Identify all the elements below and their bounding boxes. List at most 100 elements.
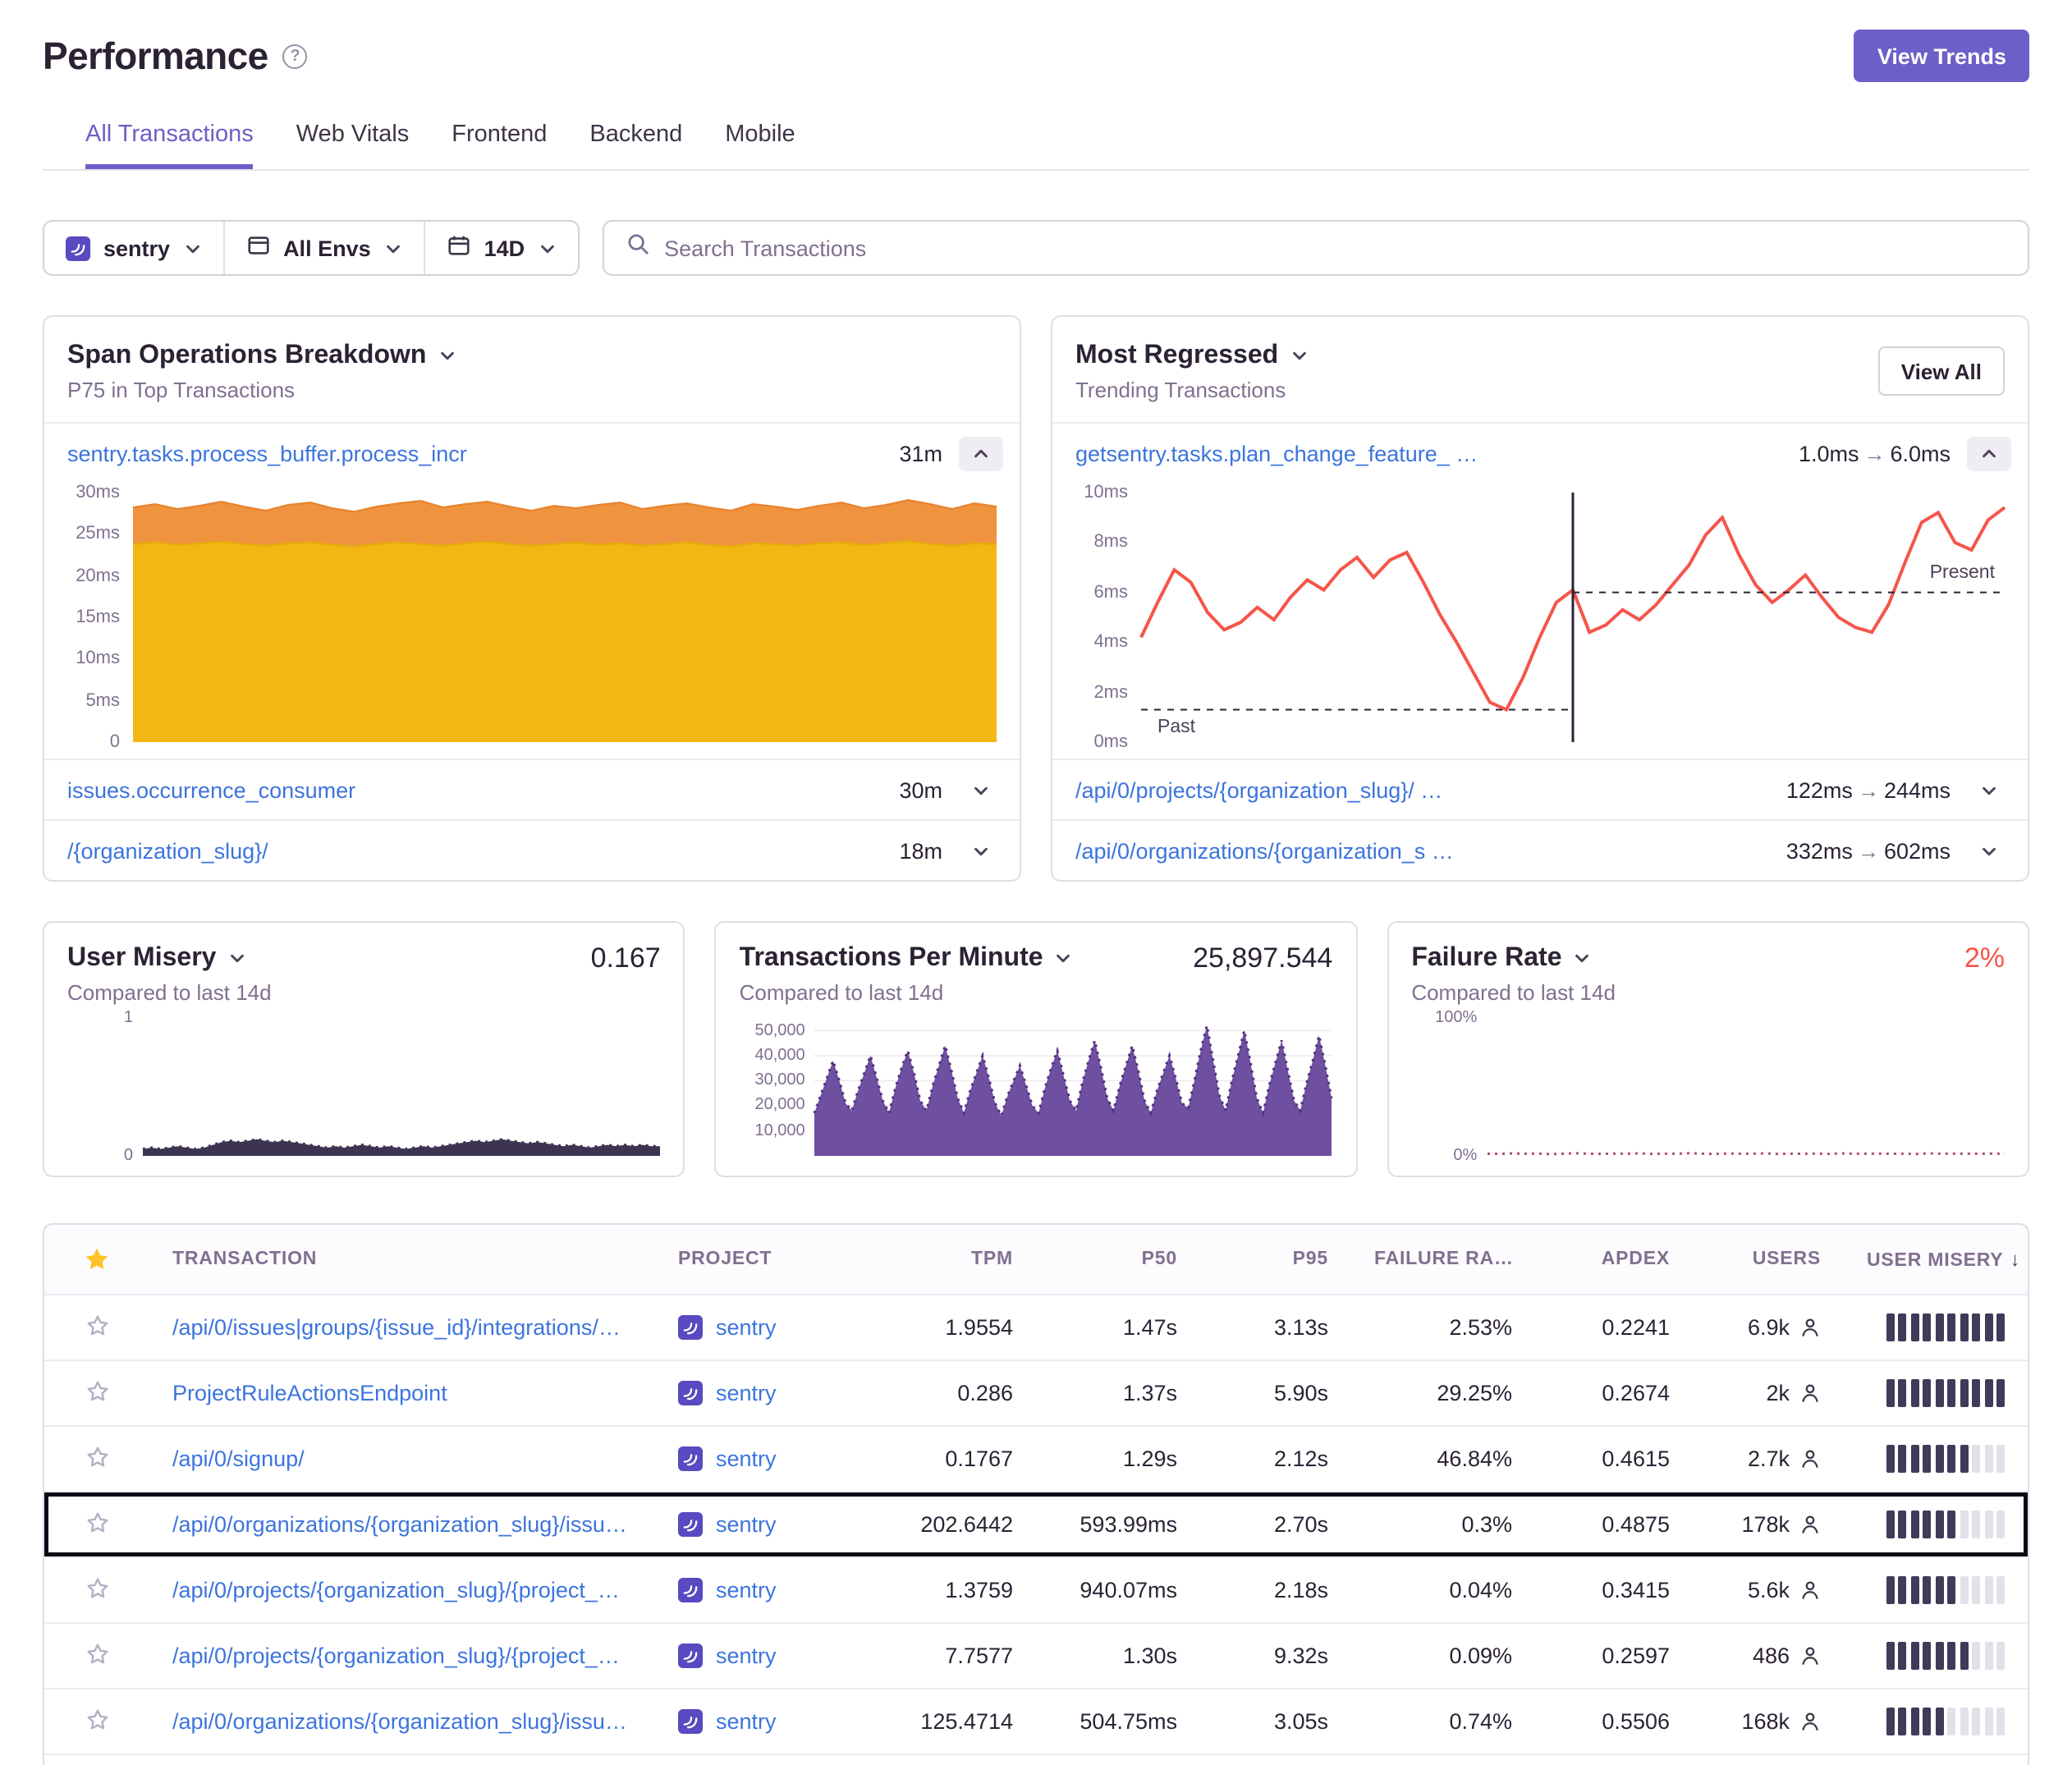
regressed-primary-row: getsentry.tasks.plan_change_feature_ … 1… — [1052, 422, 2028, 483]
column-header-p95[interactable]: P95 — [1200, 1249, 1351, 1269]
failure-rate-card: Failure Rate 2% Compared to last 14d 100… — [1387, 921, 2029, 1177]
transaction-link[interactable]: /api/0/projects/{organization_slug}/ … — [1075, 777, 1770, 802]
p50-cell: 1.47s — [1036, 1315, 1200, 1340]
column-header-p50[interactable]: P50 — [1036, 1249, 1200, 1269]
transaction-link[interactable]: /api/0/organizations/{organization_slug}… — [172, 1512, 632, 1537]
expand-button[interactable] — [959, 833, 1003, 868]
expand-button[interactable] — [1967, 772, 2011, 807]
transaction-link[interactable]: /api/0/projects/{organization_slug}/{pro… — [172, 1644, 632, 1668]
tab[interactable]: Backend — [589, 121, 682, 169]
chevron-down-icon — [1290, 346, 1308, 364]
column-header-project[interactable]: PROJECT — [655, 1249, 885, 1269]
user-misery-cell — [1844, 1708, 2028, 1735]
view-all-button[interactable]: View All — [1878, 346, 2005, 396]
project-link[interactable]: sentry — [716, 1709, 777, 1734]
project-link[interactable]: sentry — [716, 1644, 777, 1668]
apdex-cell: 0.4615 — [1535, 1446, 1693, 1471]
chevron-up-icon — [1980, 444, 1998, 462]
help-icon[interactable]: ? — [283, 44, 308, 68]
star-button[interactable] — [85, 1575, 109, 1605]
failure-rate-title[interactable]: Failure Rate — [1411, 942, 1591, 974]
table-row[interactable]: /api/0/issues|groups/{issue_id}/integrat… — [44, 1294, 2028, 1359]
chevron-down-icon — [227, 949, 245, 967]
table-row[interactable]: /api/0/organizations/{organization_slug}… — [44, 1688, 2028, 1754]
table-row[interactable]: /api/0/organizations/{organization_slug}… — [44, 1491, 2028, 1556]
transaction-link[interactable]: /api/0/organizations/{organization_s … — [1075, 838, 1770, 863]
expand-button[interactable] — [959, 772, 1003, 807]
project-link[interactable]: sentry — [716, 1446, 777, 1471]
chevron-down-icon — [183, 239, 201, 257]
tab[interactable]: Web Vitals — [296, 121, 410, 169]
user-icon — [1799, 1514, 1821, 1535]
project-link[interactable]: sentry — [716, 1512, 777, 1537]
column-header-users[interactable]: USERS — [1693, 1249, 1844, 1269]
table-row[interactable]: /api/0/signup/ sentry 0.1767 1.29s 2.12s… — [44, 1425, 2028, 1491]
star-button[interactable] — [85, 1378, 109, 1408]
p50-cell: 940.07ms — [1036, 1578, 1200, 1602]
star-button[interactable] — [85, 1510, 109, 1539]
most-regressed-title[interactable]: Most Regressed — [1075, 340, 1308, 371]
expand-button[interactable] — [1967, 833, 2011, 868]
chevron-down-icon — [972, 781, 990, 799]
chevron-down-icon — [1980, 841, 1998, 860]
user-misery-title[interactable]: User Misery — [67, 942, 245, 974]
span-ops-title[interactable]: Span Operations Breakdown — [67, 340, 456, 371]
tpm-title[interactable]: Transactions Per Minute — [740, 942, 1073, 974]
search-input[interactable] — [664, 236, 2006, 260]
table-row[interactable]: /api/0/projects/{organization_slug}/{pro… — [44, 1622, 2028, 1688]
user-misery-cell — [1844, 1379, 2028, 1407]
column-header-user-misery[interactable]: USER MISERY↓ — [1844, 1248, 2028, 1271]
column-header-failure-rate[interactable]: FAILURE RA… — [1351, 1249, 1535, 1269]
transaction-link[interactable]: /api/0/issues|groups/{issue_id}/integrat… — [172, 1315, 632, 1340]
span-op-link[interactable]: sentry.tasks.process_buffer.process_incr — [67, 441, 882, 465]
transaction-link[interactable]: ProjectRuleActionsEndpoint — [172, 1381, 632, 1405]
star-button[interactable] — [85, 1444, 109, 1474]
star-outline-icon — [85, 1313, 109, 1337]
column-header-transaction[interactable]: TRANSACTION — [149, 1249, 655, 1269]
date-range-selector[interactable]: 14D — [424, 222, 578, 274]
user-misery-cell — [1844, 1576, 2028, 1604]
transaction-link[interactable]: getsentry.tasks.plan_change_feature_ … — [1075, 441, 1782, 465]
span-op-link[interactable]: issues.occurrence_consumer — [67, 777, 882, 802]
project-selector[interactable]: sentry — [44, 222, 222, 274]
user-icon — [1799, 1448, 1821, 1469]
project-link[interactable]: sentry — [716, 1381, 777, 1405]
table-row[interactable]: /api/0/projects/{organization_slug}/{pro… — [44, 1556, 2028, 1622]
table-row[interactable]: ProjectRuleActionsEndpoint sentry 0.286 … — [44, 1359, 2028, 1425]
regression-change: 332ms→602ms — [1786, 838, 1951, 863]
tab[interactable]: Frontend — [452, 121, 547, 169]
filter-bar: sentry All Envs 14D — [43, 220, 2029, 276]
star-button[interactable] — [85, 1641, 109, 1671]
project-link[interactable]: sentry — [716, 1315, 777, 1340]
collapse-button[interactable] — [1967, 436, 2011, 470]
view-trends-button[interactable]: View Trends — [1854, 30, 2029, 82]
collapse-button[interactable] — [959, 436, 1003, 470]
chevron-down-icon — [438, 346, 456, 364]
column-header-apdex[interactable]: APDEX — [1535, 1249, 1693, 1269]
arrow-right-icon: → — [1853, 838, 1884, 863]
users-cell: 2k — [1693, 1381, 1844, 1405]
span-ops-y-axis: 30ms25ms20ms15ms10ms5ms0 — [44, 493, 133, 742]
regression-y-axis: 10ms8ms6ms4ms2ms0ms — [1052, 493, 1141, 742]
star-button[interactable] — [85, 1313, 109, 1342]
star-button[interactable] — [85, 1707, 109, 1736]
apdex-cell: 0.2674 — [1535, 1381, 1693, 1405]
transaction-link[interactable]: /api/0/signup/ — [172, 1446, 632, 1471]
p95-cell: 2.70s — [1200, 1512, 1351, 1537]
project-link[interactable]: sentry — [716, 1578, 777, 1602]
tab[interactable]: Mobile — [725, 121, 795, 169]
span-op-link[interactable]: /{organization_slug}/ — [67, 838, 882, 863]
environment-icon — [245, 233, 270, 263]
favorite-column-header[interactable] — [44, 1246, 149, 1272]
user-misery-cell — [1844, 1313, 2028, 1341]
star-outline-icon — [85, 1575, 109, 1600]
calendar-icon — [447, 233, 471, 263]
column-header-tpm[interactable]: TPM — [885, 1249, 1036, 1269]
table-row[interactable] — [44, 1754, 2028, 1765]
environment-selector[interactable]: All Envs — [222, 222, 424, 274]
tpm-chart-area: 50,00040,00030,00020,00010,000 — [740, 1018, 1333, 1156]
tab[interactable]: All Transactions — [85, 121, 254, 169]
transaction-link[interactable]: /api/0/organizations/{organization_slug}… — [172, 1709, 632, 1734]
page-filters: sentry All Envs 14D — [43, 220, 579, 276]
transaction-link[interactable]: /api/0/projects/{organization_slug}/{pro… — [172, 1578, 632, 1602]
